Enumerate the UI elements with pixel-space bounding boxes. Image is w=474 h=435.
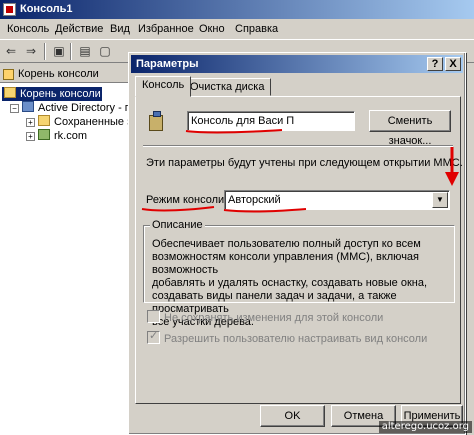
tree-header: Корень консоли (0, 66, 140, 83)
folder-icon (38, 115, 50, 126)
tree-header-label: Корень консоли (18, 68, 99, 80)
folder-icon (3, 69, 14, 80)
info-text: Эти параметры будут учтены при следующем… (146, 157, 463, 169)
menu-view[interactable]: Вид (107, 22, 133, 37)
tree-item-console-root[interactable]: Корень консоли (2, 87, 102, 101)
options-dialog: Параметры ? X Консоль Очистка диска Конс… (128, 52, 466, 435)
properties-icon[interactable]: ▤ (76, 43, 94, 60)
allow-customize-checkbox-label: Разрешить пользователю настраивать вид к… (164, 333, 428, 345)
folder-icon (4, 87, 16, 98)
new-window-icon[interactable]: ▢ (96, 43, 114, 60)
console-mode-select[interactable]: Авторский ▼ (224, 190, 450, 210)
console-mode-label: Режим консоли: (146, 194, 228, 206)
up-icon[interactable]: ▣ (50, 43, 68, 60)
menu-action[interactable]: Действие (52, 22, 106, 37)
dialog-titlebar: Параметры ? X (131, 55, 463, 73)
collapse-icon[interactable]: − (10, 104, 19, 113)
tree-item-label: Корень консоли (20, 88, 101, 100)
toolbar-separator (44, 43, 46, 60)
tree-item-label: Сохраненные за (54, 116, 139, 128)
console-name-input[interactable]: Консоль для Васи П (187, 111, 355, 131)
change-icon-button[interactable]: Сменить значок... (369, 110, 451, 147)
main-window-titlebar: Консоль1 (0, 0, 474, 19)
console-icon (147, 111, 167, 133)
description-legend: Описание (150, 219, 205, 231)
expand-icon[interactable]: + (26, 132, 35, 141)
tree-item-domain[interactable]: rk.com (38, 129, 87, 143)
allow-customize-checkbox[interactable] (147, 330, 160, 344)
console-mode-value: Авторский (228, 194, 281, 206)
tree-item-label: rk.com (54, 130, 87, 142)
allow-customize-checkbox-row[interactable]: Разрешить пользователю настраивать вид к… (147, 330, 428, 345)
menu-console[interactable]: Консоль (4, 22, 52, 37)
help-button[interactable]: ? (427, 57, 443, 71)
domain-icon (38, 129, 50, 140)
forward-icon[interactable]: ⇒ (22, 43, 40, 60)
ok-button[interactable]: OK (260, 405, 325, 427)
dialog-title: Параметры (136, 58, 199, 70)
tree-item-active-directory[interactable]: Active Directory - пол (22, 101, 143, 115)
expand-icon[interactable]: + (26, 118, 35, 127)
active-directory-icon (22, 101, 34, 112)
tree-pane: Корень консоли Корень консоли − Active D… (0, 66, 143, 435)
watermark: alterego.ucoz.org (378, 421, 472, 433)
no-save-checkbox[interactable] (147, 310, 160, 323)
no-save-checkbox-label: Не сохранять изменения для этой консоли (164, 312, 384, 324)
main-window-title: Консоль1 (20, 3, 73, 15)
mmc-app-icon (3, 3, 16, 16)
tab-disk-cleanup[interactable]: Очистка диска (183, 78, 272, 96)
menu-bar: Консоль Действие Вид Избранное Окно Спра… (0, 19, 474, 39)
divider (143, 145, 453, 147)
description-group: Описание Обеспечивает пользователю полны… (143, 219, 455, 328)
menu-favorites[interactable]: Избранное (135, 22, 197, 37)
toolbar-separator (70, 43, 72, 60)
menu-help[interactable]: Справка (232, 22, 281, 37)
no-save-checkbox-row[interactable]: Не сохранять изменения для этой консоли (147, 310, 383, 324)
menu-window[interactable]: Окно (196, 22, 228, 37)
tree-item-saved-queries[interactable]: Сохраненные за (38, 115, 138, 129)
tab-console[interactable]: Консоль (135, 76, 192, 97)
back-icon[interactable]: ⇐ (2, 43, 20, 60)
chevron-down-icon[interactable]: ▼ (432, 192, 448, 208)
close-button[interactable]: X (445, 57, 461, 71)
